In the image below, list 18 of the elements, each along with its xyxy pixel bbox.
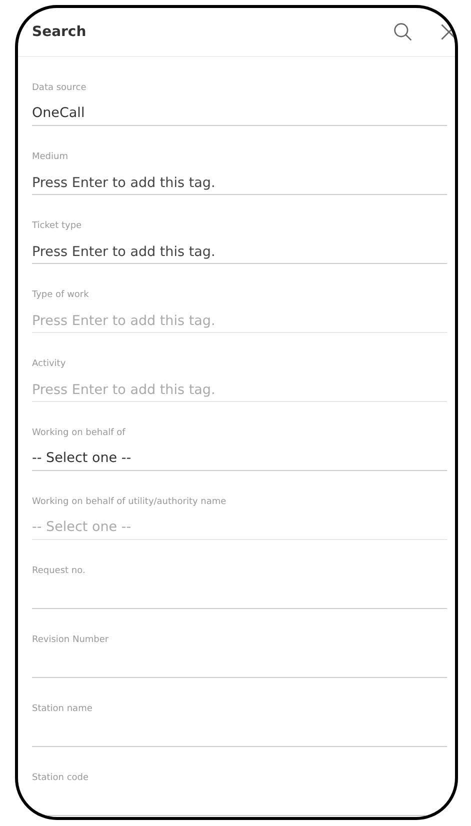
field-label: Medium: [32, 151, 68, 163]
field-label: Data source: [32, 82, 86, 94]
field-label: Type of work: [32, 289, 89, 301]
field-label: Working on behalf of: [32, 427, 126, 439]
select-field[interactable]: -- Select one --: [32, 447, 447, 471]
field-label: Station name: [32, 703, 92, 715]
panel-title: Search: [32, 24, 86, 40]
field-label: Revision Number: [32, 634, 109, 646]
tag-input-field[interactable]: Press Enter to add this tag.: [32, 171, 447, 195]
select-field[interactable]: OneCall: [32, 102, 447, 126]
field-label: Activity: [32, 358, 66, 370]
field-label: Working on behalf of utility/authority name: [32, 496, 226, 508]
close-icon[interactable]: [439, 22, 455, 42]
tag-input-field[interactable]: Press Enter to add this tag.: [32, 240, 447, 264]
field-label: Station code: [32, 772, 89, 784]
field-label: Ticket type: [32, 220, 82, 232]
search-icon[interactable]: [393, 22, 413, 42]
field-label: Request no.: [32, 565, 86, 577]
